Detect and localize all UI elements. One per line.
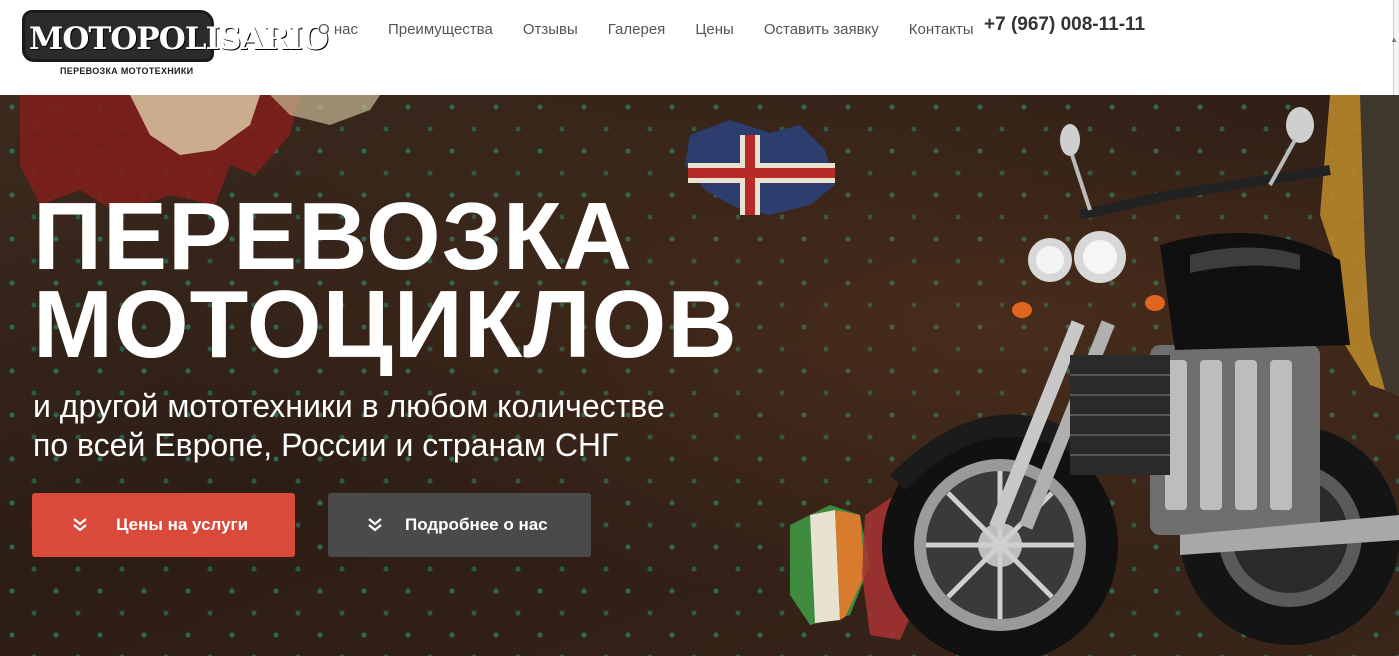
main-nav: О нас Преимущества Отзывы Галерея Цены О… (318, 21, 1004, 39)
nav-item-contacts[interactable]: Контакты (909, 21, 974, 39)
logo-tagline: ПЕРЕВОЗКА МОТОТЕХНИКИ (60, 66, 194, 76)
nav-item-request[interactable]: Оставить заявку (764, 21, 879, 39)
motorcycle-image (882, 107, 1399, 656)
double-chevron-down-icon (73, 518, 87, 532)
logo-wordmark: MOTOPOLISARIO (22, 10, 329, 62)
prices-button[interactable]: Цены на услуги (32, 493, 295, 557)
nav-item-gallery[interactable]: Галерея (608, 21, 666, 39)
logo[interactable]: MOTOPOLISARIO ПЕРЕВОЗКА МОТОТЕХНИКИ (22, 10, 329, 80)
scroll-up-icon[interactable]: ▲ (1390, 36, 1398, 44)
hero-subtitle-line-1: и другой мототехники в любом количестве (33, 388, 665, 424)
about-button-label: Подробнее о нас (405, 515, 548, 534)
ireland-flag-icon (790, 505, 870, 625)
page-scrollbar[interactable]: ▲ (1390, 0, 1399, 95)
hero-subtitle-line-2: по всей Европе, России и странам СНГ (33, 427, 619, 463)
nav-item-reviews[interactable]: Отзывы (523, 21, 578, 39)
nav-item-prices[interactable]: Цены (695, 21, 734, 39)
nav-item-advantages[interactable]: Преимущества (388, 21, 493, 39)
site-header: MOTOPOLISARIO ПЕРЕВОЗКА МОТОТЕХНИКИ О на… (0, 0, 1399, 95)
double-chevron-down-icon (368, 518, 382, 532)
hero-title-line-1: ПЕРЕВОЗКА (33, 183, 633, 290)
hero-section: ПЕРЕВОЗКА МОТОЦИКЛОВ и другой мототехник… (0, 95, 1399, 656)
about-button[interactable]: Подробнее о нас (328, 493, 591, 557)
hero-title-line-2: МОТОЦИКЛОВ (33, 271, 738, 378)
hero-subtitle: и другой мототехники в любом количестве … (33, 387, 665, 465)
nav-item-about[interactable]: О нас (318, 21, 358, 39)
phone-number[interactable]: +7 (967) 008-11-11 (984, 14, 1145, 36)
hero-title: ПЕРЕВОЗКА МОТОЦИКЛОВ (33, 183, 738, 378)
prices-button-label: Цены на услуги (116, 515, 249, 534)
